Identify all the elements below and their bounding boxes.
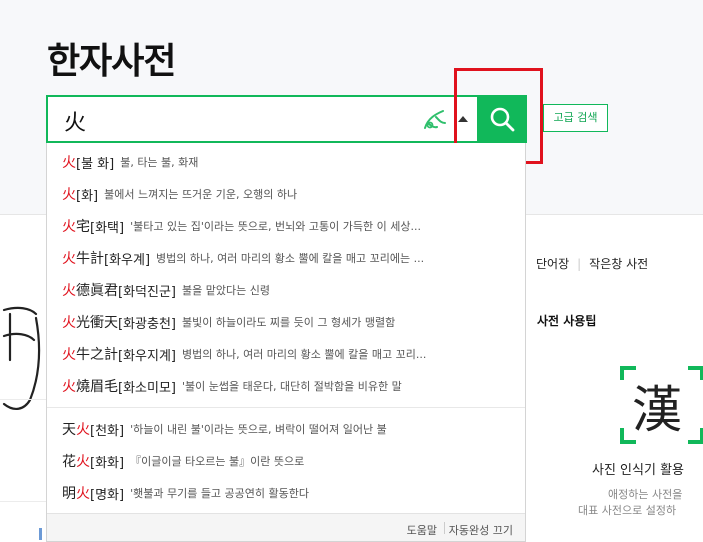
- item-reading: [불 화]: [76, 156, 115, 172]
- item-reading: [화우계]: [104, 252, 151, 268]
- item-gloss: 『이글이글 타오르는 불』이란 뜻으로: [130, 455, 305, 468]
- item-reading: [화화]: [90, 455, 125, 471]
- item-hanja-match: 火: [62, 219, 76, 235]
- item-gloss: 불빛이 하늘이라도 찌를 듯이 그 형세가 맹렬함: [181, 316, 396, 329]
- item-hanja-match: 火: [62, 315, 76, 331]
- search-button[interactable]: [477, 95, 527, 143]
- item-reading: [화]: [76, 188, 99, 204]
- autocomplete-divider: [47, 407, 525, 408]
- item-hanja: 火: [62, 152, 76, 172]
- item-hanja: 火德眞君: [62, 280, 118, 300]
- autocomplete-group-1: 火 [불 화] 불, 타는 불, 화재 火 [화] 불에서 느껴지는 뜨거운 기운, 오행…: [47, 143, 525, 402]
- autocomplete-footer: 도움말 자동완성 끄기: [47, 513, 525, 541]
- triangle-up-icon[interactable]: [456, 113, 470, 125]
- item-reading: [천화]: [90, 423, 125, 439]
- item-gloss: 불, 타는 불, 화재: [120, 156, 199, 169]
- wordbook-link[interactable]: 단어장: [536, 257, 569, 271]
- handwrite-icon[interactable]: [422, 108, 448, 132]
- item-hanja-pre: 花: [62, 454, 76, 470]
- tips-title: 사전 사용팁: [537, 314, 597, 328]
- left-glyph-icon: [2, 306, 41, 410]
- page-title: 한자사전: [47, 41, 176, 82]
- scanner-han-char: 漢: [632, 381, 682, 439]
- item-hanja-match: 火: [76, 486, 90, 502]
- mini-dict-link[interactable]: 작은창 사전: [589, 257, 648, 271]
- item-hanja-match: 火: [76, 454, 90, 470]
- item-hanja-match: 火: [62, 379, 76, 395]
- autocomplete-item[interactable]: 明火 [명화] '횃불과 무기를 들고 공공연히 활동한다: [47, 477, 525, 509]
- scanner-desc-1: 애정하는 사전을: [608, 488, 683, 501]
- autocomplete-item[interactable]: 火 [화] 불에서 느껴지는 뜨거운 기운, 오행의 하나: [47, 178, 525, 210]
- item-hanja-match: 火: [62, 283, 76, 299]
- item-reading: [화우지계]: [118, 348, 176, 364]
- item-hanja: 明火: [62, 483, 90, 503]
- item-hanja-post: 德眞君: [76, 283, 118, 299]
- scanner-title: 사진 인식기 활용: [592, 463, 684, 478]
- item-hanja: 天火: [62, 419, 90, 439]
- scanner-desc-2: 대표 사전으로 설정하: [578, 504, 677, 517]
- item-hanja-post: 燒眉毛: [76, 379, 118, 395]
- right-links: 단어장 | 작은창 사전: [536, 255, 648, 272]
- item-hanja-post: 牛之計: [76, 347, 118, 363]
- autocomplete-item[interactable]: 火光衝天 [화광충천] 불빛이 하늘이라도 찌를 듯이 그 형세가 맹렬함: [47, 306, 525, 338]
- item-gloss: '횃불과 무기를 들고 공공연히 활동한다: [130, 487, 310, 500]
- advanced-search-button[interactable]: 고급 검색: [543, 104, 608, 132]
- autocomplete-group-2: 天火 [천화] '하늘이 내린 불'이라는 뜻으로, 벼락이 떨어져 일어난 불 花火…: [47, 413, 525, 509]
- item-hanja-match: 火: [62, 251, 76, 267]
- item-hanja: 火: [62, 184, 76, 204]
- left-divider: [0, 399, 46, 400]
- link-separator: |: [577, 257, 582, 271]
- item-hanja-post: 宅: [76, 219, 90, 235]
- item-gloss: '하늘이 내린 불'이라는 뜻으로, 벼락이 떨어져 일어난 불: [130, 423, 387, 436]
- item-reading: [화덕진군]: [118, 284, 176, 300]
- item-hanja: 火牛計: [62, 248, 104, 268]
- item-reading: [화광충천]: [118, 316, 176, 332]
- autocomplete-item[interactable]: 火德眞君 [화덕진군] 불을 맡았다는 신령: [47, 274, 525, 306]
- autocomplete-off-link[interactable]: 자동완성 끄기: [449, 522, 513, 538]
- help-link[interactable]: 도움말: [407, 522, 437, 538]
- item-gloss: 병법의 하나, 여러 마리의 황소 뿔에 칼을 매고 꼬리...: [181, 348, 427, 361]
- item-gloss: '불타고 있는 집'이라는 뜻으로, 번뇌와 고통이 가득한 이 세상...: [130, 220, 421, 233]
- autocomplete-item[interactable]: 火 [불 화] 불, 타는 불, 화재: [47, 146, 525, 178]
- item-reading: [화택]: [90, 220, 125, 236]
- item-gloss: 병법의 하나, 여러 마리의 황소 뿔에 칼을 매고 꼬리에는 ...: [156, 252, 425, 265]
- item-gloss: 불을 맡았다는 신령: [181, 284, 270, 297]
- item-hanja: 火牛之計: [62, 344, 118, 364]
- autocomplete-item[interactable]: 火燒眉毛 [화소미모] '불이 눈썹을 태운다, 대단히 절박함을 비유한 말: [47, 370, 525, 402]
- autocomplete-item[interactable]: 花火 [화화] 『이글이글 타오르는 불』이란 뜻으로: [47, 445, 525, 477]
- item-hanja: 火宅: [62, 216, 90, 236]
- search-icon: [490, 107, 515, 132]
- left-fragment: [39, 528, 42, 540]
- item-hanja-match: 火: [76, 422, 90, 438]
- item-hanja-pre: 天: [62, 422, 76, 438]
- left-divider: [0, 501, 46, 502]
- item-hanja-match: 火: [62, 155, 76, 171]
- autocomplete-item[interactable]: 火牛計 [화우계] 병법의 하나, 여러 마리의 황소 뿔에 칼을 매고 꼬리에는 …: [47, 242, 525, 274]
- item-hanja-pre: 明: [62, 486, 76, 502]
- item-hanja: 火燒眉毛: [62, 376, 118, 396]
- item-reading: [화소미모]: [118, 380, 176, 396]
- item-hanja-post: 光衝天: [76, 315, 118, 331]
- search-box[interactable]: 火: [46, 95, 477, 143]
- item-hanja: 花火: [62, 451, 90, 471]
- search-input[interactable]: 火: [64, 105, 86, 137]
- autocomplete-item[interactable]: 天火 [천화] '하늘이 내린 불'이라는 뜻으로, 벼락이 떨어져 일어난 불: [47, 413, 525, 445]
- item-hanja-match: 火: [62, 187, 76, 203]
- item-gloss: 불에서 느껴지는 뜨거운 기운, 오행의 하나: [104, 188, 298, 201]
- item-hanja: 火光衝天: [62, 312, 118, 332]
- item-hanja-match: 火: [62, 347, 76, 363]
- footer-separator: [444, 522, 445, 534]
- autocomplete-item[interactable]: 火宅 [화택] '불타고 있는 집'이라는 뜻으로, 번뇌와 고통이 가득한 이 세…: [47, 210, 525, 242]
- item-gloss: '불이 눈썹을 태운다, 대단히 절박함을 비유한 말: [181, 380, 402, 393]
- item-reading: [명화]: [90, 487, 125, 503]
- autocomplete-dropdown: 火 [불 화] 불, 타는 불, 화재 火 [화] 불에서 느껴지는 뜨거운 기운, 오행…: [46, 143, 526, 542]
- item-hanja-post: 牛計: [76, 251, 104, 267]
- autocomplete-item[interactable]: 火牛之計 [화우지계] 병법의 하나, 여러 마리의 황소 뿔에 칼을 매고 꼬리.…: [47, 338, 525, 370]
